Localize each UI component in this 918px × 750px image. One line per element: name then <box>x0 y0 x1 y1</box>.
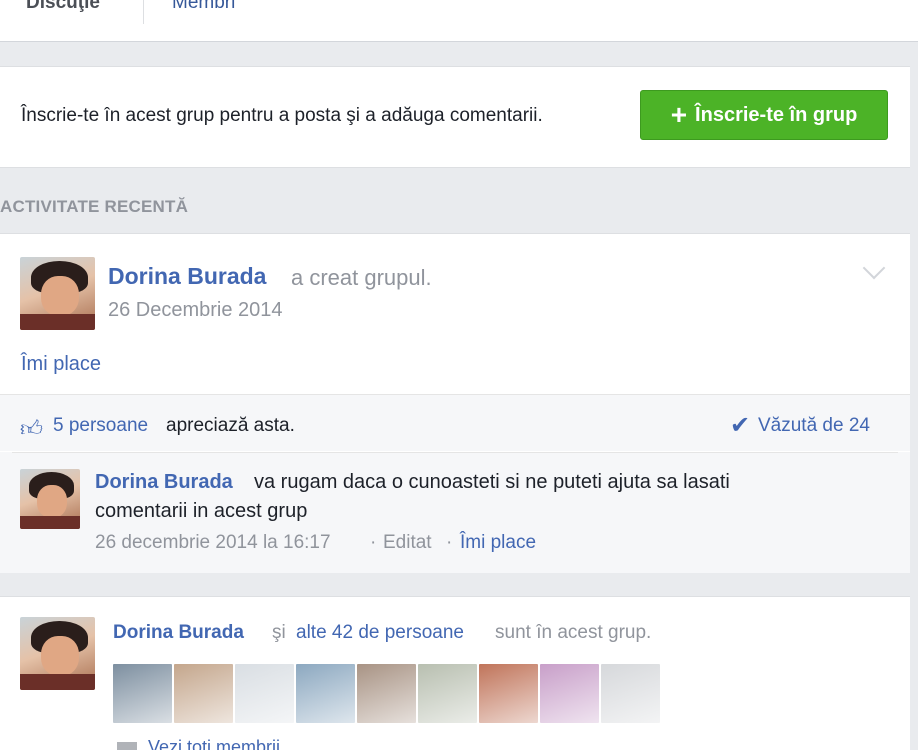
member-thumbnail[interactable] <box>479 664 538 723</box>
comment: Dorina Burada va rugam daca o cunoasteti… <box>0 452 910 573</box>
comment-edited[interactable]: Editat <box>383 532 432 554</box>
member-thumbnail[interactable] <box>235 664 294 723</box>
comment-like-link[interactable]: Îmi place <box>460 532 536 554</box>
activity-post: Dorina Burada a creat grupul. 26 Decembr… <box>0 233 910 573</box>
members-author[interactable]: Dorina Burada <box>113 622 244 644</box>
member-thumbnail[interactable] <box>296 664 355 723</box>
check-icon: ✔ <box>730 412 751 439</box>
seen-by-link[interactable]: Văzută de 24 <box>758 415 870 437</box>
comment-text-line2: comentarii in acest grup <box>95 500 308 522</box>
avatar[interactable] <box>20 257 95 330</box>
thumbs-up-icon: 👍︎ <box>20 416 43 441</box>
tab-divider <box>143 0 144 24</box>
comment-text-line1: va rugam daca o cunoasteti si ne puteti … <box>254 471 730 493</box>
post-author[interactable]: Dorina Burada <box>108 263 266 290</box>
likes-count-link[interactable]: 5 persoane <box>53 415 148 437</box>
member-thumbnail[interactable] <box>540 664 599 723</box>
recent-activity-heading: ACTIVITATE RECENTĂ <box>0 197 189 216</box>
see-all-members-link[interactable]: Vezi toţi membrii <box>148 737 280 750</box>
members-icon <box>117 742 137 750</box>
likes-row: 👍︎ 5 persoane apreciază asta. ✔ Văzută d… <box>0 395 910 451</box>
avatar[interactable] <box>20 617 95 690</box>
tab-discussion[interactable]: Discuţie <box>26 0 100 14</box>
members-tail: sunt în acest grup. <box>495 622 652 643</box>
chevron-down-icon[interactable] <box>862 256 886 280</box>
member-thumbnail[interactable] <box>113 664 172 723</box>
like-link[interactable]: Îmi place <box>21 353 101 376</box>
member-thumbnail[interactable] <box>418 664 477 723</box>
join-prompt: Înscrie-te în acest grup pentru a posta … <box>21 105 543 126</box>
post-date[interactable]: 26 Decembrie 2014 <box>108 299 283 322</box>
separator-dot: · <box>370 532 377 553</box>
members-others-link[interactable]: alte 42 de persoane <box>296 622 464 644</box>
tab-members[interactable]: Membri <box>172 0 235 14</box>
plus-icon: + <box>670 99 688 130</box>
post-action: a creat grupul. <box>291 265 432 290</box>
join-group-button-label: Înscrie-te în grup <box>695 103 858 126</box>
member-thumbnails <box>113 664 660 723</box>
members-card: Dorina Burada şi alte 42 de persoane sun… <box>0 596 910 750</box>
join-group-card: Înscrie-te în acest grup pentru a posta … <box>0 66 910 168</box>
comment-date[interactable]: 26 decembrie 2014 la 16:17 <box>95 532 331 554</box>
member-thumbnail[interactable] <box>601 664 660 723</box>
likes-text: apreciază asta. <box>166 415 295 436</box>
members-and: şi <box>272 622 286 643</box>
group-tabs: Discuţie Membri <box>0 0 918 42</box>
join-group-button[interactable]: + Înscrie-te în grup <box>640 90 888 140</box>
member-thumbnail[interactable] <box>357 664 416 723</box>
comment-avatar[interactable] <box>20 469 80 529</box>
divider <box>12 452 898 453</box>
comment-author[interactable]: Dorina Burada <box>95 471 233 494</box>
separator-dot: · <box>446 532 453 553</box>
member-thumbnail[interactable] <box>174 664 233 723</box>
